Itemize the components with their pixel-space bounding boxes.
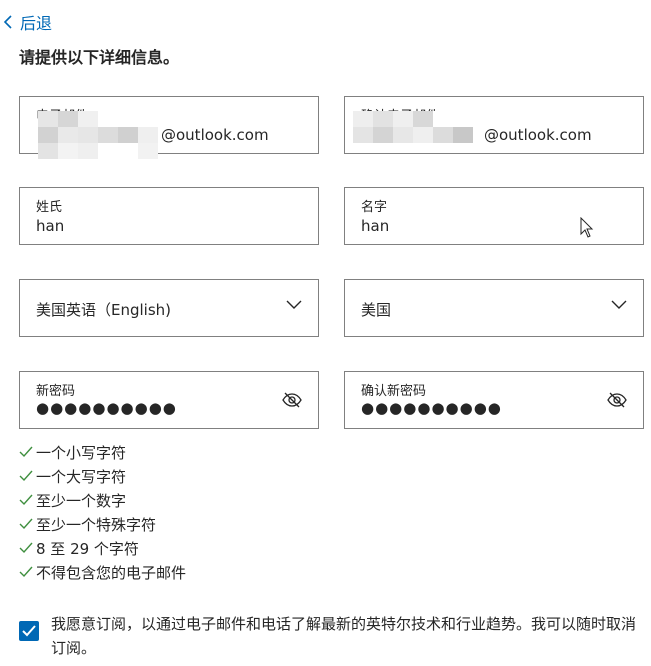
check-icon	[19, 566, 33, 578]
password-rule: 至少一个数字	[19, 488, 186, 512]
check-icon	[19, 446, 33, 458]
new-password-label: 新密码	[36, 384, 76, 399]
chevron-down-icon	[286, 300, 302, 309]
chevron-down-icon	[611, 300, 627, 309]
language-select[interactable]: 美国英语（English)	[19, 279, 319, 337]
back-link[interactable]: 后退	[2, 10, 52, 34]
last-name-value: han	[36, 217, 65, 235]
country-value: 美国	[361, 301, 392, 319]
back-label: 后退	[20, 14, 53, 33]
password-rule-text: 至少一个特殊字符	[36, 515, 157, 534]
check-icon	[19, 542, 33, 554]
password-rule-text: 至少一个数字	[36, 491, 127, 510]
page-heading: 请提供以下详细信息。	[19, 48, 180, 67]
eye-slash-icon[interactable]	[607, 391, 627, 409]
email-field[interactable]: 电子邮件 @outlook.com	[19, 96, 319, 159]
password-rule: 8 至 29 个字符	[19, 536, 186, 560]
password-rule-text: 8 至 29 个字符	[36, 539, 139, 558]
mouse-cursor-icon	[580, 217, 594, 238]
first-name-label: 名字	[361, 200, 388, 215]
last-name-label: 姓氏	[36, 200, 63, 215]
subscribe-consent-text: 我愿意订阅，以通过电子邮件和电话了解最新的英特尔技术和行业趋势。我可以随时取消订…	[51, 615, 637, 657]
password-rule-text: 不得包含您的电子邮件	[36, 563, 187, 582]
subscribe-checkbox[interactable]	[19, 621, 39, 641]
confirm-password-field[interactable]: 确认新密码 ●●●●●●●●●●	[344, 371, 644, 429]
email-suffix: @outlook.com	[161, 126, 269, 144]
eye-slash-icon[interactable]	[282, 391, 302, 409]
first-name-field[interactable]: 名字 han	[344, 187, 644, 245]
country-select[interactable]: 美国	[344, 279, 644, 337]
confirm-password-label: 确认新密码	[361, 384, 427, 399]
first-name-value: han	[361, 217, 390, 235]
password-rule-text: 一个大写字符	[36, 467, 127, 486]
password-rule: 不得包含您的电子邮件	[19, 560, 186, 584]
check-icon	[19, 494, 33, 506]
check-icon	[19, 518, 33, 530]
subscribe-consent: 我愿意订阅，以通过电子邮件和电话了解最新的英特尔技术和行业趋势。我可以随时取消订…	[19, 612, 639, 660]
confirm-email-field[interactable]: 确认电子邮件 @outlook.com	[344, 96, 644, 154]
confirm-password-masked: ●●●●●●●●●●	[361, 399, 502, 417]
confirm-email-suffix: @outlook.com	[484, 126, 592, 144]
check-icon	[19, 470, 33, 482]
redacted-email-blur	[38, 111, 164, 159]
password-rule: 一个小写字符	[19, 440, 186, 464]
password-rule-text: 一个小写字符	[36, 443, 127, 462]
chevron-left-icon	[3, 15, 12, 29]
password-rule: 一个大写字符	[19, 464, 186, 488]
language-value: 美国英语（English)	[36, 301, 172, 319]
password-rule: 至少一个特殊字符	[19, 512, 186, 536]
password-rules-list: 一个小写字符 一个大写字符 至少一个数字 至少一个特殊字符 8 至 29 个字符…	[19, 440, 186, 584]
last-name-field[interactable]: 姓氏 han	[19, 187, 319, 245]
new-password-masked: ●●●●●●●●●●	[36, 399, 177, 417]
checkmark-icon	[22, 625, 36, 637]
redacted-email-blur	[353, 111, 485, 143]
new-password-field[interactable]: 新密码 ●●●●●●●●●●	[19, 371, 319, 429]
